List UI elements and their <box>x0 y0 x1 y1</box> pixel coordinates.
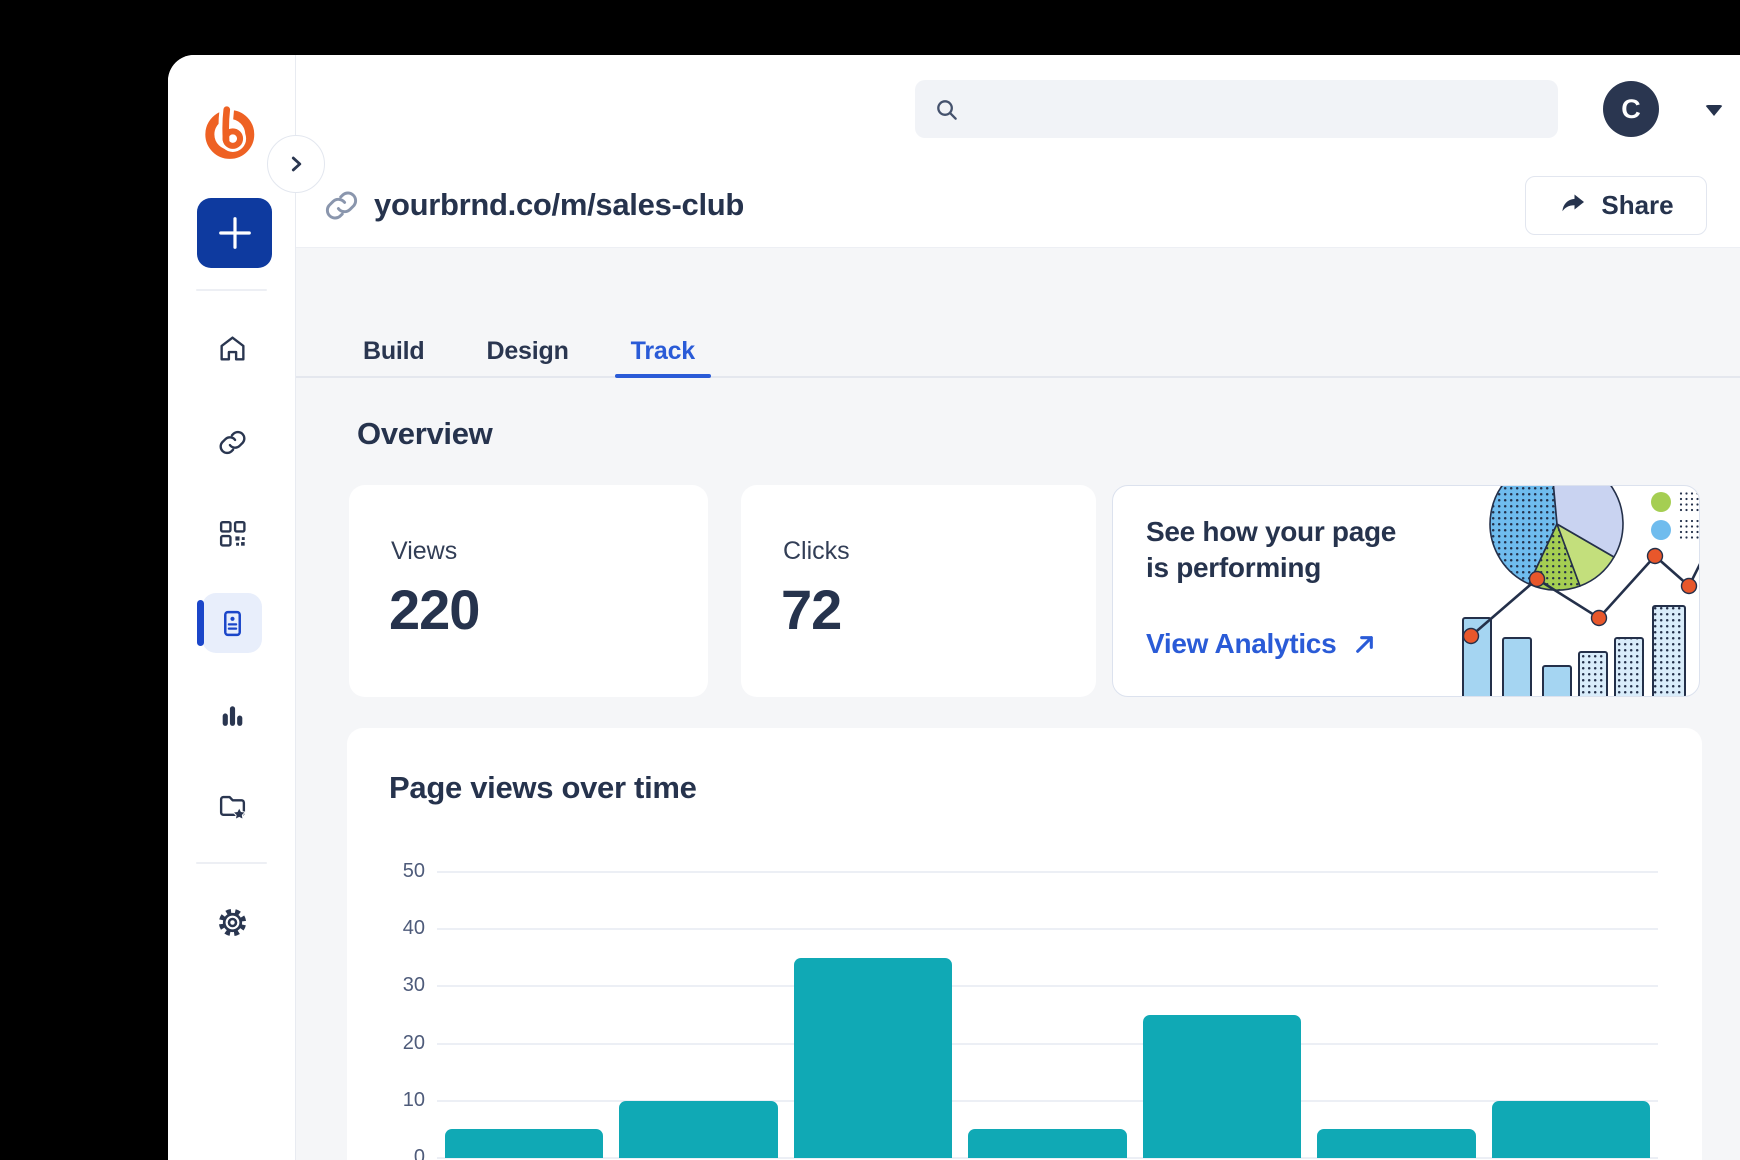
views-label: Views <box>391 537 457 566</box>
y-axis-tick-label: 40 <box>377 917 425 940</box>
topbar: C <box>295 55 1740 164</box>
search-icon <box>933 96 960 123</box>
clicks-label: Clicks <box>783 537 850 566</box>
sidebar-item-pages[interactable] <box>202 593 262 653</box>
gridline <box>437 871 1658 873</box>
promo-text-line1: See how your page <box>1146 516 1396 548</box>
promo-text-line2: is performing <box>1146 552 1321 584</box>
gridline <box>437 1100 1658 1102</box>
y-axis-tick-label: 0 <box>377 1146 425 1160</box>
sidebar-item-campaigns[interactable] <box>202 775 262 835</box>
create-new-button[interactable] <box>197 198 272 268</box>
sidebar-expand-button[interactable] <box>267 135 325 193</box>
gridline <box>437 928 1658 930</box>
view-analytics-link[interactable]: View Analytics <box>1146 628 1377 660</box>
content-area: Build Design Track Overview Views 220 Cl… <box>295 248 1740 1160</box>
chevron-right-icon <box>283 151 309 177</box>
bitly-logo[interactable] <box>202 103 260 161</box>
chart-plot: 01020304050 <box>437 872 1658 1158</box>
tab-build[interactable]: Build <box>363 326 425 376</box>
gridline <box>437 985 1658 987</box>
share-button-label: Share <box>1601 190 1673 221</box>
sidebar-item-analytics[interactable] <box>202 685 262 745</box>
bitly-logo-icon <box>202 103 260 161</box>
sidebar-item-links[interactable] <box>202 412 262 472</box>
gridline <box>437 1043 1658 1045</box>
y-axis-tick-label: 30 <box>377 974 425 997</box>
share-button[interactable]: Share <box>1525 176 1707 235</box>
chart-bar <box>1143 1015 1301 1158</box>
y-axis-tick-label: 20 <box>377 1032 425 1055</box>
account-caret-icon[interactable] <box>1705 105 1723 116</box>
chart-bar <box>1492 1101 1650 1158</box>
page-views-chart-card: Page views over time 01020304050 <box>347 728 1702 1160</box>
share-icon <box>1558 193 1588 217</box>
sidebar-item-qr-codes[interactable] <box>202 503 262 563</box>
link-icon <box>217 427 248 458</box>
chart-title: Page views over time <box>389 770 697 806</box>
views-stat-card: Views 220 <box>349 485 708 697</box>
analytics-promo-card: See how your page is performing View Ana… <box>1112 485 1700 697</box>
chart-bar <box>1317 1129 1475 1158</box>
pages-icon <box>217 608 248 639</box>
home-icon <box>217 333 248 364</box>
avatar[interactable]: C <box>1603 81 1659 137</box>
chart-bar <box>445 1129 603 1158</box>
chart-bar <box>794 958 952 1158</box>
sidebar-item-settings[interactable] <box>202 892 262 952</box>
qr-code-icon <box>217 518 248 549</box>
y-axis-tick-label: 10 <box>377 1089 425 1112</box>
gear-icon <box>217 907 248 938</box>
chart-bar <box>619 1101 777 1158</box>
sidebar <box>168 55 296 1160</box>
tab-bar: Build Design Track <box>295 326 1740 378</box>
tab-design[interactable]: Design <box>487 326 569 376</box>
sidebar-item-home[interactable] <box>202 318 262 378</box>
chart-bar <box>968 1129 1126 1158</box>
link-icon <box>323 187 360 224</box>
plus-icon <box>216 214 254 252</box>
clicks-value: 72 <box>781 577 841 642</box>
sidebar-divider <box>196 862 267 864</box>
bar-chart-icon <box>217 700 248 731</box>
page-url-title: yourbrnd.co/m/sales-club <box>374 187 744 223</box>
analytics-illustration <box>1437 486 1699 696</box>
folder-star-icon <box>217 790 248 821</box>
tab-track[interactable]: Track <box>631 326 695 376</box>
app-window: C yourbrnd.co/m/sales-club Share Build D… <box>168 55 1740 1160</box>
overview-heading: Overview <box>357 416 492 452</box>
view-analytics-label: View Analytics <box>1146 628 1336 660</box>
active-item-indicator <box>197 600 204 646</box>
search-box[interactable] <box>915 80 1558 138</box>
clicks-stat-card: Clicks 72 <box>741 485 1096 697</box>
arrow-up-right-icon <box>1352 632 1377 657</box>
screen: { "colors": { "brand_orange": "#EE6123",… <box>0 0 1740 1160</box>
search-input[interactable] <box>972 95 1540 123</box>
page-header: yourbrnd.co/m/sales-club Share <box>295 163 1740 248</box>
views-value: 220 <box>389 577 479 642</box>
y-axis-tick-label: 50 <box>377 860 425 883</box>
sidebar-divider <box>196 289 267 291</box>
